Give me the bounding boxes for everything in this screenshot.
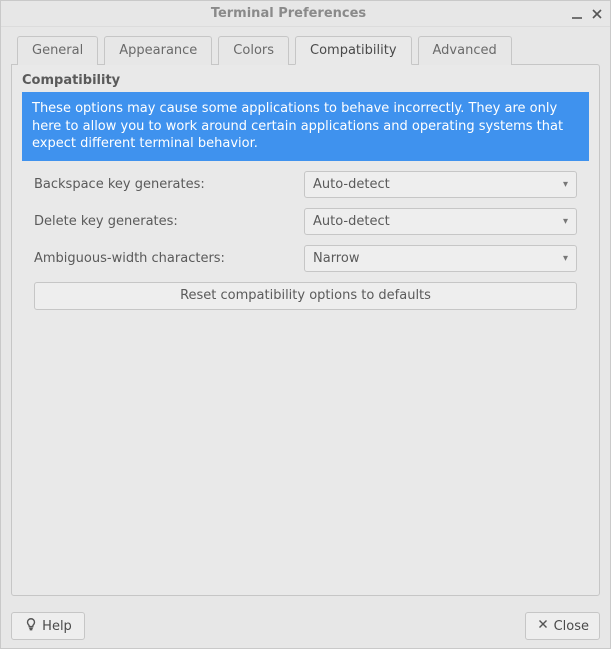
backspace-value: Auto-detect bbox=[313, 177, 563, 192]
dialog-footer: Help Close bbox=[1, 604, 610, 648]
close-icon[interactable] bbox=[590, 7, 604, 21]
x-icon bbox=[536, 617, 550, 635]
tab-colors[interactable]: Colors bbox=[218, 36, 289, 65]
tab-compatibility[interactable]: Compatibility bbox=[295, 36, 412, 65]
row-ambiguous: Ambiguous-width characters: Narrow ▾ bbox=[34, 245, 577, 272]
tab-advanced[interactable]: Advanced bbox=[418, 36, 512, 65]
delete-label: Delete key generates: bbox=[34, 214, 304, 229]
row-backspace: Backspace key generates: Auto-detect ▾ bbox=[34, 171, 577, 198]
titlebar: Terminal Preferences bbox=[1, 1, 610, 27]
close-label: Close bbox=[554, 619, 589, 634]
tab-bar: General Appearance Colors Compatibility … bbox=[11, 35, 600, 64]
tab-label: Colors bbox=[233, 43, 274, 58]
tab-appearance[interactable]: Appearance bbox=[104, 36, 212, 65]
chevron-down-icon: ▾ bbox=[563, 253, 568, 264]
backspace-label: Backspace key generates: bbox=[34, 177, 304, 192]
help-label: Help bbox=[42, 619, 72, 634]
section-title: Compatibility bbox=[20, 71, 591, 92]
backspace-combo[interactable]: Auto-detect ▾ bbox=[304, 171, 577, 198]
footer-spacer bbox=[93, 612, 517, 640]
tab-general[interactable]: General bbox=[17, 36, 98, 65]
compatibility-panel: Compatibility These options may cause so… bbox=[11, 64, 600, 596]
window-title: Terminal Preferences bbox=[7, 6, 570, 21]
content-area: General Appearance Colors Compatibility … bbox=[1, 27, 610, 604]
minimize-icon[interactable] bbox=[570, 7, 584, 21]
lightbulb-icon bbox=[24, 617, 38, 635]
tab-label: Appearance bbox=[119, 43, 197, 58]
delete-combo[interactable]: Auto-detect ▾ bbox=[304, 208, 577, 235]
close-button[interactable]: Close bbox=[525, 612, 600, 640]
tab-label: Compatibility bbox=[310, 43, 397, 58]
tab-label: Advanced bbox=[433, 43, 497, 58]
reset-defaults-button[interactable]: Reset compatibility options to defaults bbox=[34, 282, 577, 310]
chevron-down-icon: ▾ bbox=[563, 179, 568, 190]
reset-label: Reset compatibility options to defaults bbox=[180, 288, 431, 303]
preferences-window: Terminal Preferences General Appearance … bbox=[0, 0, 611, 649]
ambiguous-combo[interactable]: Narrow ▾ bbox=[304, 245, 577, 272]
row-delete: Delete key generates: Auto-detect ▾ bbox=[34, 208, 577, 235]
window-buttons bbox=[570, 7, 604, 21]
ambiguous-label: Ambiguous-width characters: bbox=[34, 251, 304, 266]
ambiguous-value: Narrow bbox=[313, 251, 563, 266]
warning-info-box: These options may cause some application… bbox=[22, 92, 589, 161]
help-button[interactable]: Help bbox=[11, 612, 85, 640]
tab-label: General bbox=[32, 43, 83, 58]
chevron-down-icon: ▾ bbox=[563, 216, 568, 227]
delete-value: Auto-detect bbox=[313, 214, 563, 229]
